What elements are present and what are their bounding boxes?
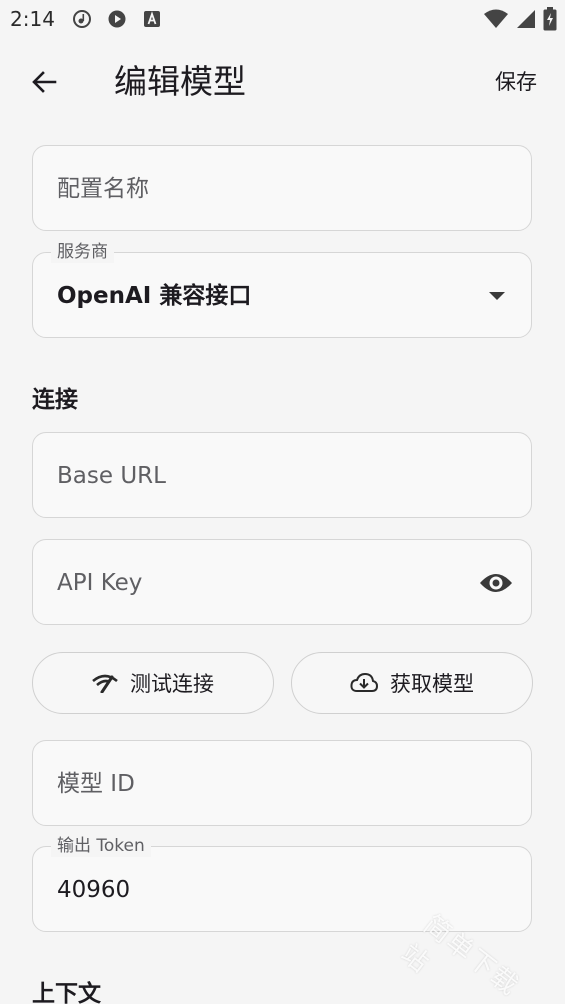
connection-section-header: 连接 [32, 387, 78, 413]
signal-icon [517, 10, 535, 28]
config-name-placeholder: 配置名称 [57, 176, 149, 202]
page-title: 编辑模型 [114, 62, 246, 101]
provider-value: OpenAI 兼容接口 [57, 283, 252, 309]
base-url-placeholder: Base URL [57, 463, 166, 489]
config-name-field[interactable]: 配置名称 [32, 145, 532, 231]
app-bar: 编辑模型 保存 [0, 44, 565, 120]
music-notification-icon [73, 10, 91, 28]
status-right-icons [483, 7, 557, 31]
context-section-header: 上下文 [32, 981, 101, 1004]
eye-icon [480, 574, 512, 592]
status-bar: 2:14 [0, 0, 565, 38]
save-button[interactable]: 保存 [495, 66, 537, 98]
battery-icon [543, 7, 557, 31]
cloud-download-icon [350, 672, 378, 692]
arrow-drop-down-icon [489, 292, 505, 300]
network-check-icon [92, 674, 118, 693]
test-connection-label: 测试连接 [130, 672, 214, 696]
edit-model-screen: 2:14 编辑模型 保存 配置名称 服务商 OpenAI 兼容接口 连接 Bas… [0, 0, 565, 1004]
wifi-icon [484, 9, 508, 28]
output-token-value: 40960 [57, 877, 131, 903]
a-notification-icon [144, 11, 160, 27]
back-button[interactable] [22, 60, 66, 104]
play-notification-icon [108, 10, 126, 28]
api-key-field[interactable]: API Key [32, 539, 532, 625]
dropdown-arrow[interactable] [481, 280, 513, 312]
fetch-models-label: 获取模型 [390, 672, 474, 696]
model-id-field[interactable]: 模型 ID [32, 740, 532, 826]
fetch-models-button[interactable]: 获取模型 [291, 652, 533, 714]
test-connection-button[interactable]: 测试连接 [32, 652, 274, 714]
api-key-placeholder: API Key [57, 570, 143, 596]
base-url-field[interactable]: Base URL [32, 432, 532, 518]
status-time: 2:14 [10, 7, 55, 31]
toggle-visibility-button[interactable] [477, 567, 515, 599]
provider-dropdown[interactable]: 服务商 OpenAI 兼容接口 [32, 241, 532, 338]
arrow-back-icon [32, 71, 57, 93]
model-id-placeholder: 模型 ID [57, 771, 135, 797]
